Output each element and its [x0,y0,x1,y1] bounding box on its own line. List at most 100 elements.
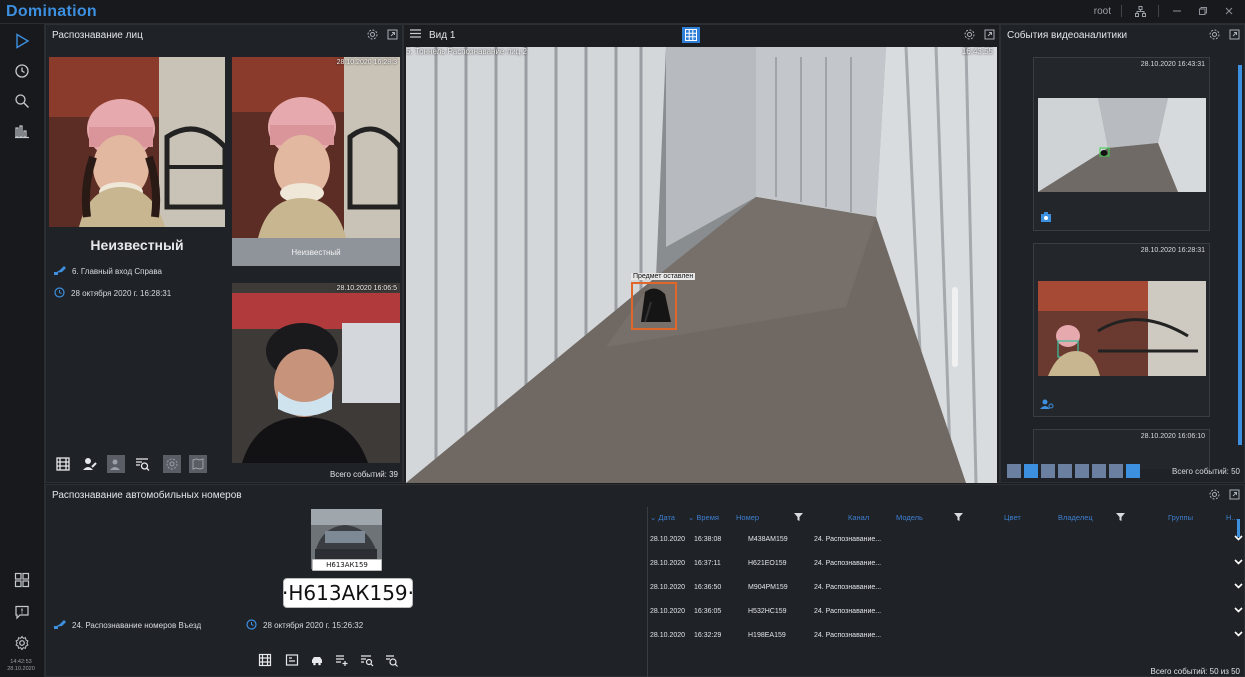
cell-time: 16:37:11 [694,559,721,567]
filter-motion-icon[interactable] [1007,464,1021,478]
plates-panel: Распознавание автомобильных номеров Н613… [45,484,1245,677]
table-scrollbar[interactable] [1237,519,1240,537]
view-title: Вид 1 [429,29,456,41]
table-row[interactable]: 28.10.2020 16:32:29 Н198ЕА159 24. Распоз… [648,623,1244,647]
expand-icon[interactable] [1228,28,1240,40]
plates-total-events: Всего событий: 50 из 50 [1150,667,1241,676]
table-row[interactable]: 28.10.2020 16:36:50 М904РМ159 24. Распоз… [648,575,1244,599]
filter-line-icon[interactable] [1058,464,1072,478]
clock-time: 14:42:53 [10,659,32,665]
history-icon[interactable] [7,58,37,84]
cell-number: М904РМ159 [748,583,788,591]
filter-icon[interactable] [794,512,803,523]
column-header-date[interactable]: ⌄ Дата [650,513,675,522]
statistics-icon[interactable] [7,118,37,144]
table-row[interactable]: 28.10.2020 16:38:08 М438АМ159 24. Распоз… [648,527,1244,551]
cell-date: 28.10.2020 [650,607,686,615]
person-search-icon[interactable] [107,455,125,473]
film-icon[interactable] [256,651,274,669]
hamburger-icon[interactable] [410,29,421,41]
column-header-time[interactable]: ⌄ Время [688,513,719,522]
column-header-color[interactable]: Цвет [1004,513,1021,522]
face-thumbnail[interactable]: 28.10.2020 16:06:5 [232,283,400,463]
chevron-down-icon[interactable] [1234,631,1243,639]
analytics-event-card[interactable]: 28.10.2020 16:28:31 [1033,243,1210,417]
minimize-icon[interactable] [1169,4,1185,18]
cell-time: 16:36:50 [694,583,722,591]
filter-tamper-icon[interactable] [1092,464,1106,478]
gear-icon[interactable] [1208,28,1220,40]
camera-view[interactable]: Предмет оставлен [406,47,997,483]
cell-date: 28.10.2020 [650,535,686,543]
layout-icon[interactable] [7,567,37,593]
messages-icon[interactable] [7,599,37,625]
gear-icon[interactable] [366,28,378,40]
network-icon[interactable] [1132,4,1148,18]
chevron-down-icon[interactable] [1234,559,1243,567]
list-add-icon[interactable] [333,651,351,669]
plate-channel-row: 24. Распознавание номеров Въезд [54,619,201,631]
analytics-filter-toolbar [1007,464,1140,478]
filter-face-icon[interactable] [1024,464,1038,478]
list-search-icon[interactable] [133,455,151,473]
gear-icon[interactable] [963,28,975,40]
cell-number: М438АМ159 [748,535,788,543]
event-timestamp: 28.10.2020 16:28:31 [1140,247,1205,254]
column-header-channel[interactable]: Канал [848,513,869,522]
table-row[interactable]: 28.10.2020 16:37:11 Н621ЕО159 24. Распоз… [648,551,1244,575]
filter-icon[interactable] [1116,512,1125,523]
close-icon[interactable] [1221,4,1237,18]
column-header-number[interactable]: Номер [736,513,759,522]
car-icon[interactable] [308,651,326,669]
analytics-event-card[interactable]: 28.10.2020 16:06:10 [1033,429,1210,469]
face-panel-title: Распознавание лиц [52,29,143,41]
restore-icon[interactable] [1195,4,1211,18]
column-header-groups[interactable]: Группы [1168,513,1193,522]
window-controls: root [1094,4,1237,18]
settings-face-icon[interactable] [163,455,181,473]
plate-small: Н613АК159 [312,559,382,571]
main-datetime-row: 28 октября 2020 г. 16:28:31 [54,287,171,300]
settings-icon[interactable] [7,630,37,656]
user-name[interactable]: root [1094,6,1111,17]
column-header-owner[interactable]: Владелец [1058,513,1093,522]
filter-cross-icon[interactable] [1041,464,1055,478]
filter-zone-icon[interactable] [1075,464,1089,478]
analytics-event-card[interactable]: 28.10.2020 16:43:31 [1033,57,1210,231]
clock-icon [246,619,257,632]
chevron-down-icon[interactable] [1234,607,1243,615]
plate-channel: 24. Распознавание номеров Въезд [72,620,202,630]
plate-search-icon[interactable] [383,651,401,669]
car-card-icon[interactable] [283,651,301,669]
main-channel-row: 6. Главный вход Справа [54,265,162,277]
table-row[interactable]: 28.10.2020 16:36:05 Н532НС159 24. Распоз… [648,599,1244,623]
filter-icon[interactable] [954,512,963,523]
main-face-photo[interactable] [49,57,225,227]
filter-direction-icon[interactable] [1109,464,1123,478]
list-search-icon[interactable] [358,651,376,669]
column-header-model[interactable]: Модель [896,513,923,522]
expand-icon[interactable] [386,28,398,40]
play-icon[interactable] [7,28,37,54]
gear-icon[interactable] [1208,488,1220,500]
chevron-down-icon[interactable] [1234,583,1243,591]
cell-time: 16:32:29 [694,631,722,639]
app-title: Domination [6,3,97,20]
expand-icon[interactable] [983,28,995,40]
filter-object-icon[interactable] [1126,464,1140,478]
person-edit-icon[interactable] [81,455,99,473]
search-icon[interactable] [7,88,37,114]
scrollbar[interactable] [1238,65,1242,445]
expand-icon[interactable] [1228,488,1240,500]
column-header-more[interactable]: Н... [1226,513,1238,522]
face-thumbnail[interactable]: 28.10.2020 16:28:3 [232,57,400,238]
map-icon[interactable] [189,455,207,473]
detection-box[interactable] [631,282,677,330]
title-bar: Domination root [0,0,1245,24]
event-timestamp: 28.10.2020 16:43:31 [1140,61,1205,68]
divider [1158,5,1159,17]
film-icon[interactable] [54,455,72,473]
thumb-timestamp: 28.10.2020 16:28:3 [336,59,397,66]
grid-layout-button[interactable] [682,27,700,43]
analytics-panel: События видеоаналитики 28.10.2020 16:43:… [1000,24,1245,483]
